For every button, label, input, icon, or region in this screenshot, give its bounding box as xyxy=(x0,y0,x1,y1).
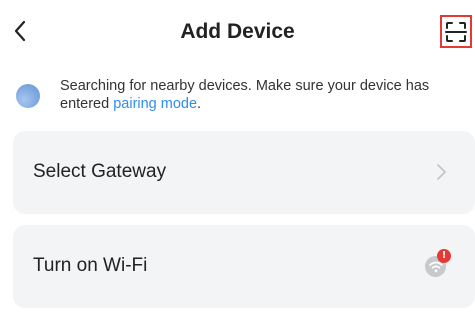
page-title: Add Device xyxy=(180,20,295,43)
chevron-right-icon xyxy=(437,164,446,180)
search-suffix: . xyxy=(197,96,202,112)
select-gateway-label: Select Gateway xyxy=(33,161,167,182)
turn-on-wifi-card[interactable]: Turn on Wi-Fi ! xyxy=(13,225,475,308)
scan-button[interactable] xyxy=(440,15,472,48)
search-status-text: Searching for nearby devices. Make sure … xyxy=(60,77,468,113)
turn-on-wifi-label: Turn on Wi-Fi xyxy=(33,255,148,276)
select-gateway-card[interactable]: Select Gateway xyxy=(13,131,475,214)
pairing-mode-link[interactable]: pairing mode xyxy=(113,96,197,112)
scan-icon xyxy=(445,21,467,42)
alert-badge: ! xyxy=(437,249,451,263)
search-status: Searching for nearby devices. Make sure … xyxy=(16,77,466,117)
wifi-status: ! xyxy=(425,249,453,277)
searching-indicator-icon xyxy=(16,84,40,108)
header: Add Device xyxy=(0,0,475,64)
